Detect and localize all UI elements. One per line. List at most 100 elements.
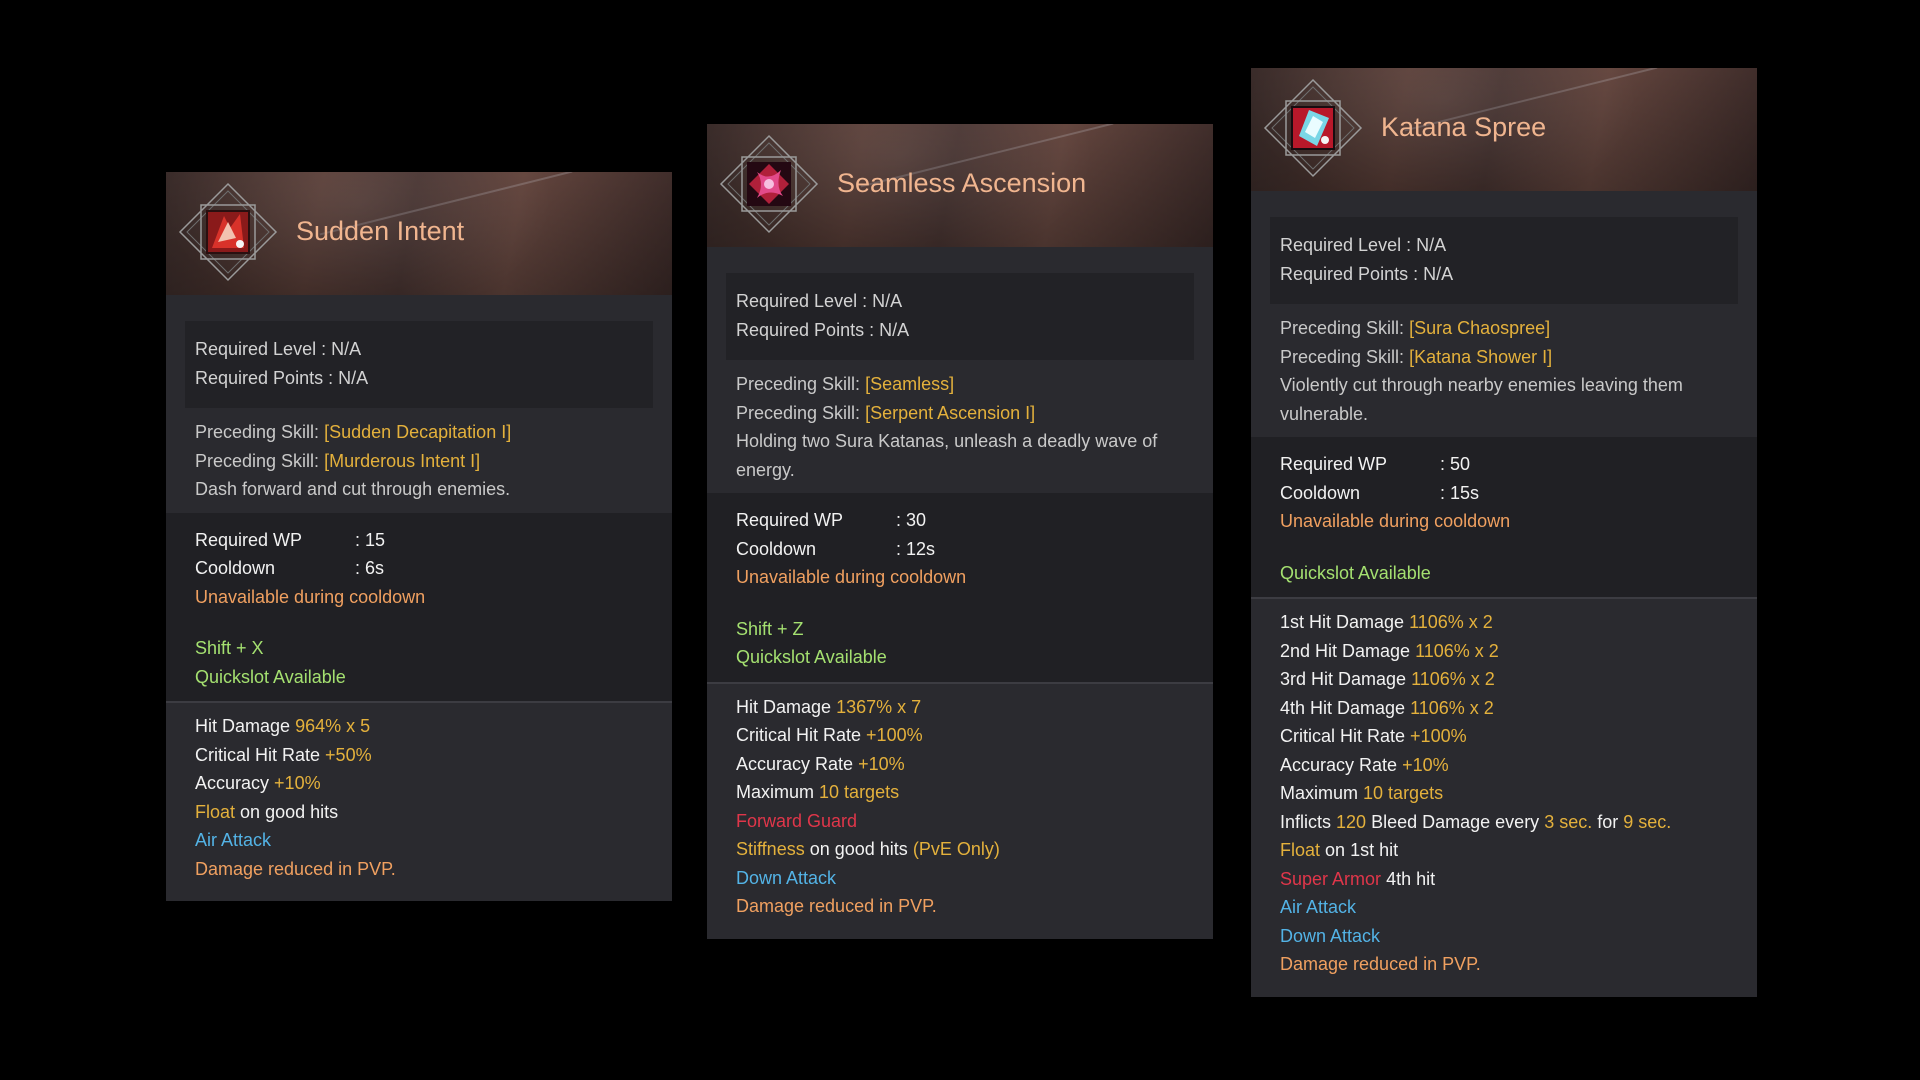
skill-info: Preceding Skill: [Sudden Decapitation I]… — [166, 408, 672, 513]
sudden-intent-skill-icon — [178, 182, 278, 282]
critical-hit-rate: Critical Hit Rate +50% — [195, 741, 643, 770]
accuracy-rate: Accuracy Rate +10% — [736, 750, 1184, 779]
cooldown-value: : 15s — [1440, 482, 1480, 503]
damage-section: 1st Hit Damage 1106% x 2 2nd Hit Damage … — [1251, 599, 1757, 997]
float-effect: Float on 1st hit — [1280, 836, 1728, 865]
cooldown: Cooldown: 12s — [736, 535, 1184, 564]
cooldown-label: Cooldown — [1280, 482, 1361, 503]
quickslot-status: Quickslot Available — [195, 666, 346, 687]
preceding-skill-line: Preceding Skill: [Murderous Intent I] — [195, 447, 643, 476]
required-wp: Required WP : 15 — [195, 526, 643, 555]
accuracy: Accuracy +10% — [195, 769, 643, 798]
super-armor-effect: Super Armor 4th hit — [1280, 865, 1728, 894]
damage-section: Hit Damage 964% x 5 Critical Hit Rate +5… — [166, 703, 672, 901]
preceding-skill-label: Preceding Skill: — [1280, 318, 1405, 338]
cost-section: Required WP : 50 Cooldown : 15s Unavailabl… — [1251, 437, 1757, 552]
cooldown-value: : 6s — [355, 558, 385, 578]
down-attack: Down Attack — [736, 867, 837, 888]
required-level: Required Level : N/A — [1280, 235, 1447, 255]
hit-damage: 1st Hit Damage 1106% x 2 — [1280, 608, 1728, 637]
effect-text: Bleed Damage every — [1371, 811, 1540, 832]
keybind-section: Shift + Z Quickslot Available — [707, 607, 1213, 682]
critical-hit-rate: Critical Hit Rate +100% — [736, 721, 1184, 750]
stat-value: 1106% x 2 — [1415, 640, 1499, 661]
required-wp-value: : 50 — [1440, 454, 1471, 474]
stiffness-effect: Stiffness on good hits (PvE Only) — [736, 835, 1184, 864]
skill-info: Preceding Skill: [Sura Chaospree] Preced… — [1251, 304, 1757, 437]
preceding-skill-line: Preceding Skill: [Seamless] — [736, 370, 1184, 399]
preceding-skill-line: Preceding Skill: [Sura Chaospree] — [1280, 314, 1728, 343]
stat-value: 1367% x 7 — [836, 696, 922, 717]
required-wp-value: : 15 — [355, 529, 386, 550]
preceding-skill-link[interactable]: [Sudden Decapitation I] — [324, 422, 511, 442]
stat-label: Hit Damage — [736, 696, 832, 717]
down-attack: Down Attack — [1280, 925, 1381, 946]
stat-value: +50% — [325, 744, 372, 765]
preceding-skill-label: Preceding Skill: — [195, 422, 320, 442]
stat-label: Critical Hit Rate — [1280, 726, 1406, 746]
hit-damage: Hit Damage 1367% x 7 — [736, 693, 1184, 722]
stat-value: +10% — [858, 753, 905, 774]
preceding-skill-link[interactable]: [Murderous Intent I] — [324, 451, 480, 471]
hit-damage: 4th Hit Damage 1106% x 2 — [1280, 694, 1728, 723]
skill-description: Dash forward and cut through enemies. — [195, 479, 511, 499]
stat-value: +100% — [1410, 726, 1467, 746]
skill-tooltip-seamless-ascension: Seamless Ascension Required Level : N/A … — [707, 124, 1213, 939]
preceding-skill-line: Preceding Skill: [Katana Shower I] — [1280, 343, 1728, 372]
effect-keyword: Float — [195, 801, 236, 822]
preceding-skill-link[interactable]: [Katana Shower I] — [1409, 347, 1552, 367]
tooltip-header: Seamless Ascension — [707, 124, 1213, 247]
required-wp: Required WP : 50 — [1280, 450, 1728, 479]
effect-value: 120 — [1336, 811, 1367, 832]
required-wp-label: Required WP — [1280, 454, 1388, 474]
cooldown-note: Unavailable during cooldown — [1280, 511, 1511, 531]
cooldown: Cooldown : 15s — [1280, 479, 1728, 508]
skill-tooltip-katana-spree: Katana Spree Required Level : N/A Requir… — [1251, 68, 1757, 997]
required-points: Required Points : N/A — [195, 367, 369, 388]
preceding-skill-link[interactable]: [Seamless] — [865, 374, 954, 394]
requirements-box: Required Level : N/A Required Points : N… — [1270, 217, 1738, 304]
stat-value: 1106% x 2 — [1409, 612, 1493, 632]
required-points: Required Points : N/A — [736, 319, 910, 340]
cooldown-note: Unavailable during cooldown — [736, 567, 967, 587]
seamless-ascension-skill-icon — [719, 134, 819, 234]
required-wp-label: Required WP — [195, 529, 303, 550]
air-attack: Air Attack — [1280, 897, 1357, 917]
stat-value: 1106% x 2 — [1410, 697, 1494, 718]
stat-label: 2nd Hit Damage — [1280, 640, 1411, 661]
stat-label: Critical Hit Rate — [195, 744, 321, 765]
pvp-note: Damage reduced in PVP. — [736, 896, 937, 916]
cooldown-label: Cooldown — [195, 558, 276, 578]
requirements-box: Required Level : N/A Required Points : N… — [185, 321, 653, 408]
hit-damage: Hit Damage 964% x 5 — [195, 712, 643, 741]
shortcut-key: Shift + X — [195, 638, 264, 658]
quickslot-status: Quickslot Available — [736, 647, 887, 667]
stat-value: +10% — [1402, 754, 1449, 775]
air-attack: Air Attack — [195, 830, 272, 850]
stat-label: Maximum — [736, 782, 815, 802]
keybind-section: Quickslot Available — [1251, 551, 1757, 597]
effect-text: on good hits — [240, 801, 339, 822]
preceding-skill-link[interactable]: [Serpent Ascension I] — [865, 403, 1035, 423]
keybind-section: Shift + X Quickslot Available — [166, 627, 672, 701]
skill-info: Preceding Skill: [Seamless] Preceding Sk… — [707, 360, 1213, 493]
stat-value: 964% x 5 — [295, 716, 371, 736]
skill-description: Violently cut through nearby enemies lea… — [1280, 375, 1683, 424]
stat-label: 1st Hit Damage — [1280, 612, 1405, 632]
effect-value: 3 sec. — [1544, 811, 1593, 832]
preceding-skill-label: Preceding Skill: — [1280, 346, 1405, 367]
tooltip-header: Katana Spree — [1251, 68, 1757, 191]
hit-damage: 3rd Hit Damage 1106% x 2 — [1280, 665, 1728, 694]
preceding-skill-link[interactable]: [Sura Chaospree] — [1409, 318, 1550, 338]
shortcut-key: Shift + Z — [736, 618, 804, 639]
effect-note: (PvE Only) — [912, 839, 1000, 859]
requirements-box: Required Level : N/A Required Points : N… — [726, 273, 1194, 360]
stat-value: 1106% x 2 — [1411, 669, 1495, 689]
stat-label: Accuracy Rate — [1280, 754, 1398, 775]
effect-text: on 1st hit — [1325, 840, 1399, 860]
cooldown-note: Unavailable during cooldown — [195, 586, 426, 607]
stat-value: 10 targets — [1363, 783, 1444, 803]
cost-section: Required WP : 15 Cooldown : 6s Unavailable… — [166, 512, 672, 627]
skill-name: Seamless Ascension — [837, 167, 1087, 198]
accuracy-rate: Accuracy Rate +10% — [1280, 751, 1728, 780]
